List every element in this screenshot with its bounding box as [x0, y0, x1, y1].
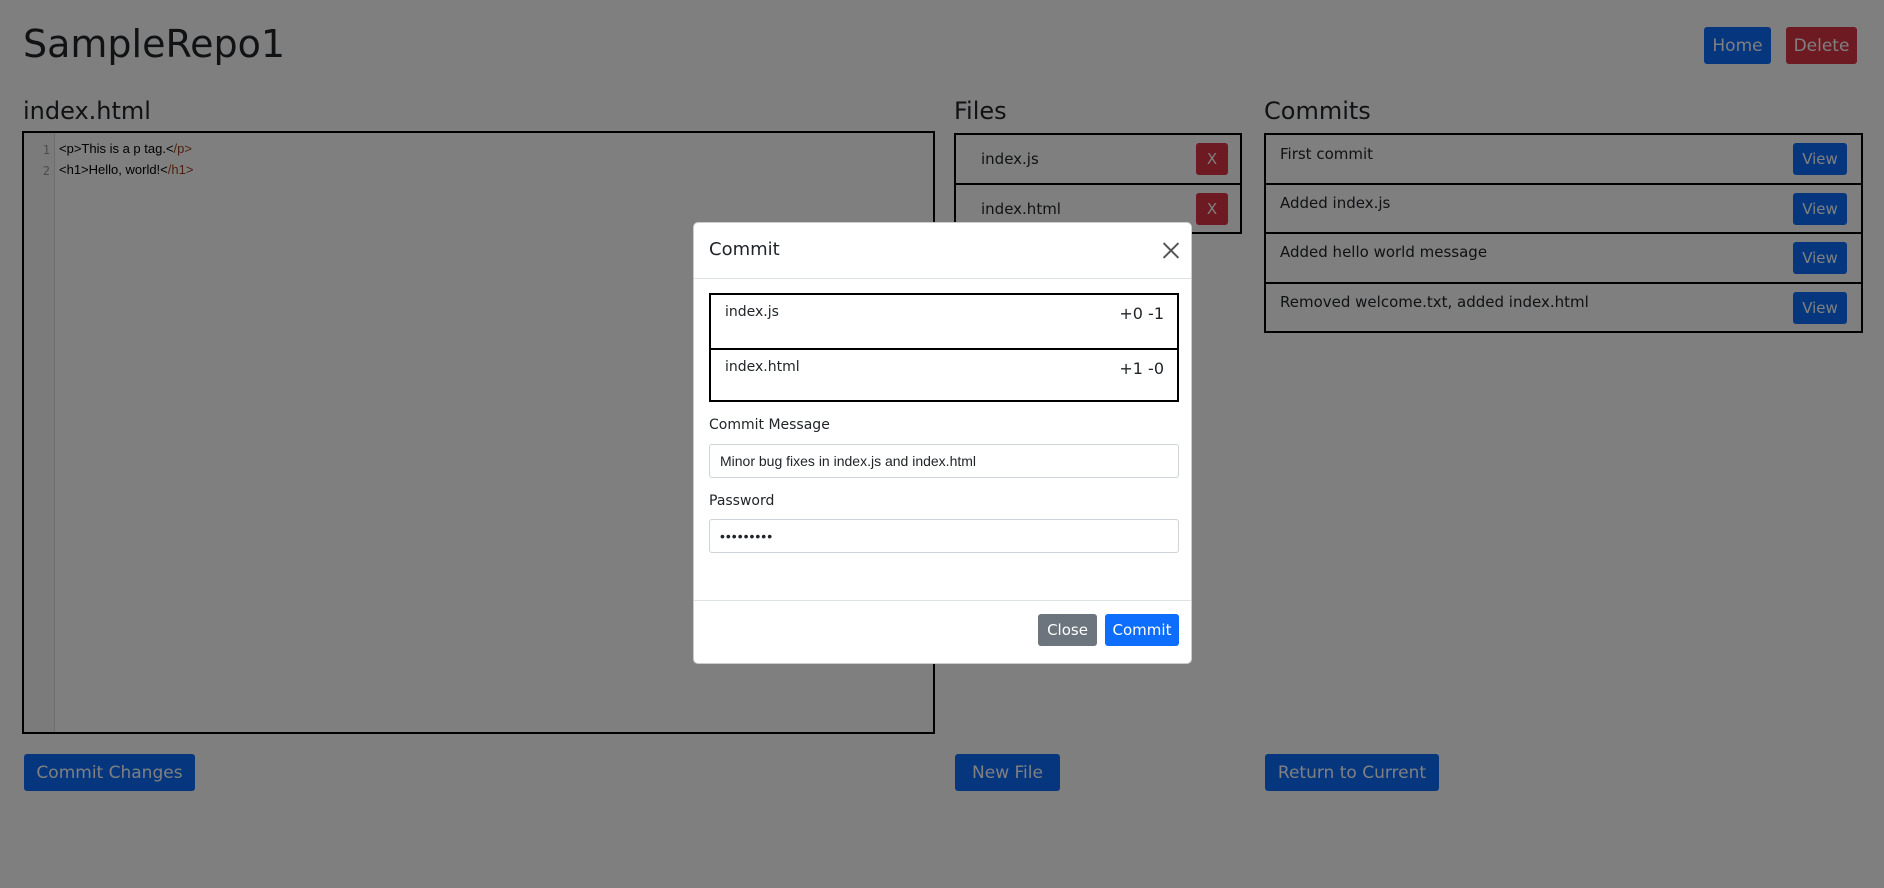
commit-button[interactable]: Commit [1105, 614, 1179, 646]
changed-files-list: index.js +0 -1 index.html +1 -0 [709, 293, 1179, 402]
close-button[interactable]: Close [1038, 614, 1097, 646]
modal-title: Commit [709, 239, 780, 260]
diff-stat: +0 -1 [1119, 304, 1164, 323]
password-label: Password [709, 493, 775, 509]
changed-file-name: index.js [725, 304, 779, 320]
commit-message-label: Commit Message [709, 417, 830, 433]
modal-footer: Close Commit [694, 600, 1191, 663]
close-icon[interactable] [1160, 239, 1182, 261]
changed-file-item: index.html +1 -0 [711, 348, 1177, 401]
commit-modal: Commit index.js +0 -1 index.html +1 -0 C… [693, 222, 1192, 664]
diff-stat: +1 -0 [1119, 359, 1164, 378]
changed-file-item: index.js +0 -1 [711, 295, 1177, 348]
changed-file-name: index.html [725, 359, 800, 375]
commit-message-input[interactable] [709, 444, 1179, 478]
password-input[interactable] [709, 519, 1179, 553]
modal-header: Commit [694, 223, 1191, 279]
